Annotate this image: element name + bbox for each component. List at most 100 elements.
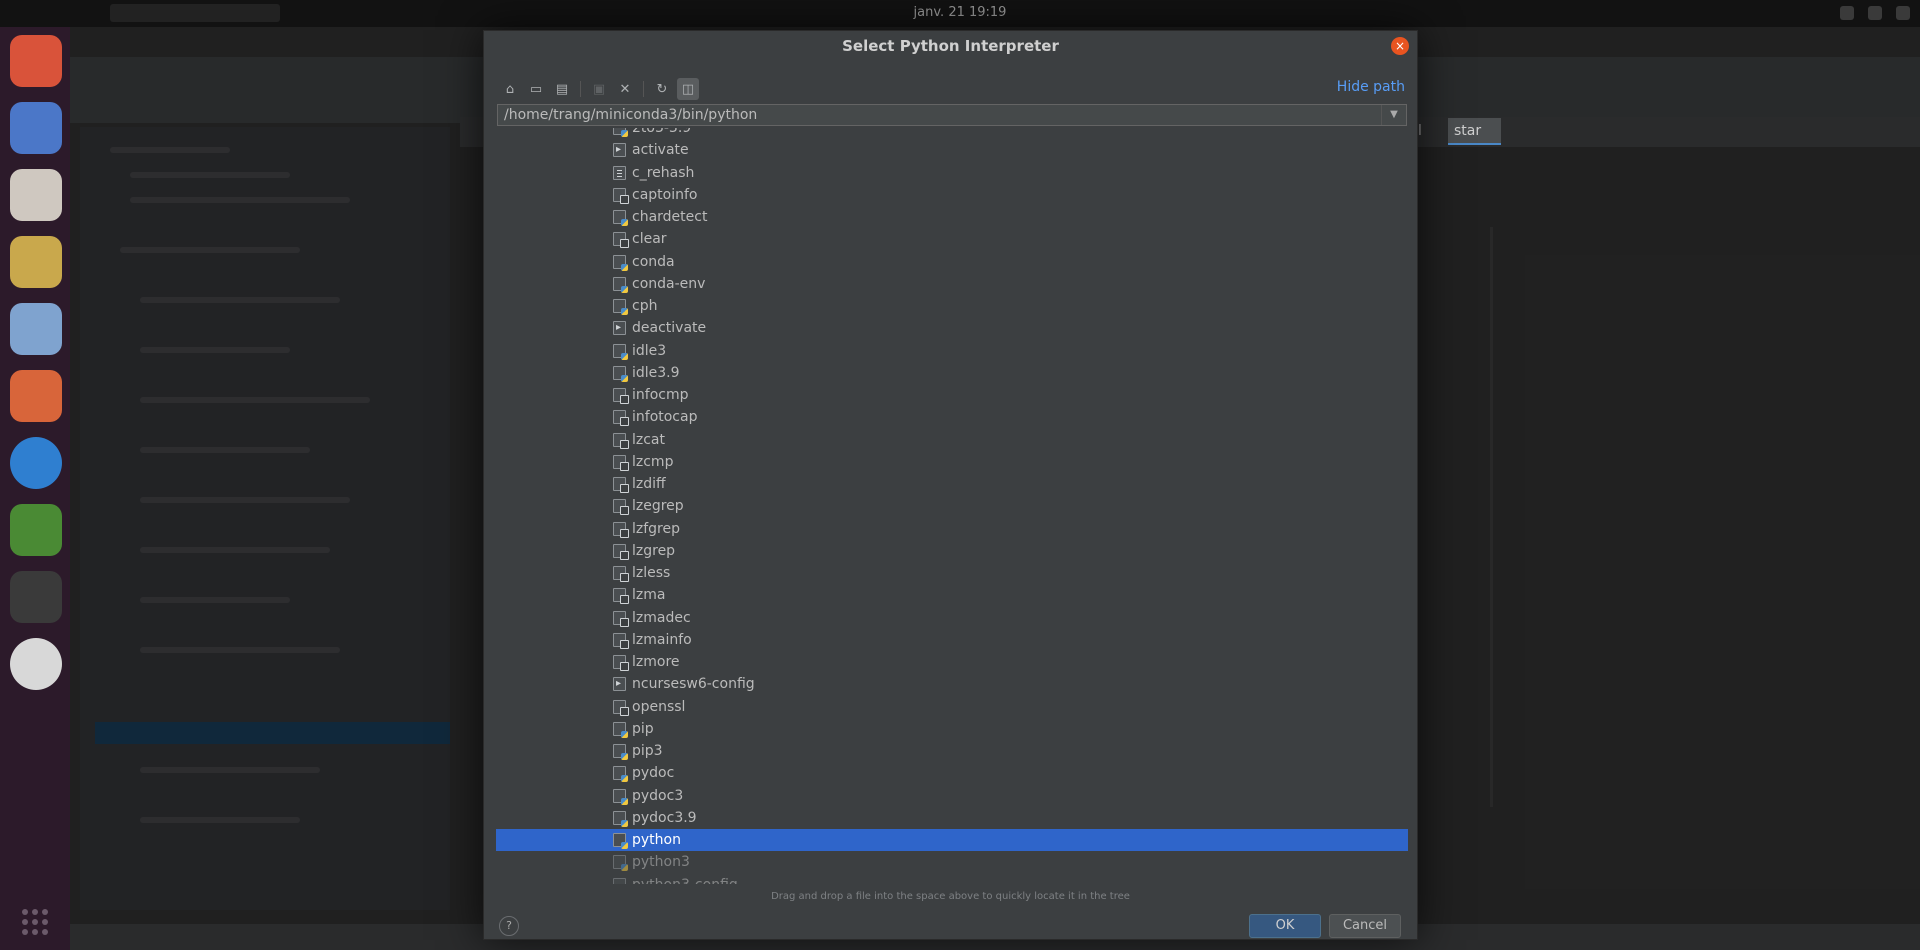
pycharm-icon[interactable] [10, 504, 62, 556]
disc-icon[interactable] [10, 638, 62, 690]
hide-path-link[interactable]: Hide path [1337, 79, 1405, 95]
link-file-icon [613, 632, 629, 649]
file-name: infotocap [632, 409, 698, 426]
delete-icon[interactable]: ✕ [614, 78, 636, 100]
file-row[interactable]: infotocap [496, 406, 1408, 428]
drag-drop-hint: Drag and drop a file into the space abov… [771, 891, 1130, 902]
file-tree[interactable]: python3-config python3 python pydoc3.9 pydoc… [496, 128, 1408, 884]
file-row[interactable]: clear [496, 228, 1408, 250]
link-file-icon [613, 432, 629, 449]
home-icon[interactable]: ⌂ [499, 78, 521, 100]
link-file-icon [613, 566, 629, 582]
file-row[interactable]: lzgrep [496, 540, 1408, 562]
file-row[interactable]: lzmore [496, 651, 1408, 673]
file-row[interactable]: cph [496, 295, 1408, 317]
file-row[interactable]: deactivate [496, 317, 1408, 339]
project-folder-icon[interactable]: ▤ [551, 78, 573, 100]
system-tray[interactable] [1840, 6, 1910, 20]
file-name: lzmadec [632, 609, 691, 626]
file-row[interactable]: c_rehash [496, 162, 1408, 184]
file-name: python [632, 832, 681, 848]
editor-tab-star[interactable]: star [1448, 118, 1501, 145]
files-icon[interactable] [10, 169, 62, 221]
file-row[interactable]: openssl [496, 696, 1408, 718]
python-file-icon [613, 128, 628, 137]
ok-button[interactable]: OK [1249, 914, 1321, 938]
notes-icon[interactable] [10, 236, 62, 288]
file-row[interactable]: lzmadec [496, 607, 1408, 629]
file-row[interactable]: pip [496, 718, 1408, 740]
close-icon[interactable]: × [1391, 37, 1409, 55]
file-name: python3-config [632, 874, 738, 885]
file-row[interactable]: infocmp [496, 384, 1408, 406]
desktop-icon[interactable]: ▭ [525, 78, 547, 100]
file-name: pip [632, 720, 654, 737]
editor-tab-partial[interactable]: l [1418, 118, 1443, 145]
file-row-selected[interactable]: python [496, 829, 1408, 851]
python-file-icon [613, 343, 628, 360]
firefox-icon[interactable] [10, 35, 62, 87]
new-folder-icon[interactable]: ▣ [588, 78, 610, 100]
file-name: conda-env [632, 275, 706, 292]
file-row[interactable]: ncursesw6-config [496, 673, 1408, 695]
link-file-icon [613, 388, 629, 404]
python-file-icon [613, 721, 628, 738]
file-row[interactable]: conda [496, 251, 1408, 273]
file-row[interactable]: chardetect [496, 206, 1408, 228]
file-name: lzgrep [632, 542, 676, 559]
script-file-icon [613, 165, 626, 180]
file-row[interactable]: python3-config [496, 874, 1408, 885]
show-hidden-icon[interactable]: ◫ [677, 78, 699, 100]
link-file-icon [613, 655, 629, 671]
file-row[interactable]: activate [496, 139, 1408, 161]
file-row[interactable]: 2to3-3.9 [496, 128, 1408, 139]
file-row[interactable]: lzdiff [496, 473, 1408, 495]
file-row[interactable]: conda-env [496, 273, 1408, 295]
power-icon[interactable] [1896, 6, 1910, 20]
file-row[interactable]: lzcat [496, 429, 1408, 451]
software-icon[interactable] [10, 370, 62, 422]
terminal-icon[interactable] [10, 571, 62, 623]
executable-icon [613, 673, 626, 695]
cancel-button[interactable]: Cancel [1329, 914, 1401, 938]
application-dock [0, 27, 70, 950]
file-row[interactable]: lzma [496, 584, 1408, 606]
file-name: cph [632, 298, 658, 314]
file-name: c_rehash [632, 164, 695, 181]
file-row[interactable]: lzfgrep [496, 518, 1408, 540]
python-file-icon [613, 877, 626, 884]
help-icon[interactable] [10, 437, 62, 489]
network-icon[interactable] [1840, 6, 1854, 20]
file-row[interactable]: pydoc [496, 762, 1408, 784]
file-name: pydoc [632, 765, 675, 782]
file-row[interactable]: captoinfo [496, 184, 1408, 206]
file-row[interactable]: lzmainfo [496, 629, 1408, 651]
path-input[interactable]: /home/trang/miniconda3/bin/python ▼ [497, 104, 1407, 126]
path-value[interactable]: /home/trang/miniconda3/bin/python [504, 107, 757, 123]
python-file-icon [613, 210, 628, 226]
file-name: clear [632, 231, 667, 248]
dialog-title: Select Python Interpreter [484, 31, 1417, 61]
show-apps-icon[interactable] [20, 907, 50, 937]
python-file-icon [613, 365, 628, 382]
file-row[interactable]: idle3.9 [496, 362, 1408, 384]
python-file-icon [613, 833, 628, 849]
file-row[interactable]: idle3 [496, 340, 1408, 362]
writer-icon[interactable] [10, 303, 62, 355]
path-history-dropdown-icon[interactable]: ▼ [1381, 105, 1406, 125]
file-row[interactable]: lzegrep [496, 495, 1408, 517]
volume-icon[interactable] [1868, 6, 1882, 20]
file-row[interactable]: pydoc3.9 [496, 807, 1408, 829]
file-row[interactable]: pydoc3 [496, 785, 1408, 807]
file-name: lzmore [632, 654, 680, 670]
system-clock[interactable]: janv. 21 19:19 [0, 5, 1920, 20]
help-button[interactable]: ? [499, 916, 519, 936]
thunderbird-icon[interactable] [10, 102, 62, 154]
file-row[interactable]: pip3 [496, 740, 1408, 762]
file-row[interactable]: lzcmp [496, 451, 1408, 473]
file-row[interactable]: lzless [496, 562, 1408, 584]
file-row[interactable]: python3 [496, 851, 1408, 873]
file-name: chardetect [632, 209, 708, 225]
file-name: lzegrep [632, 498, 684, 515]
refresh-icon[interactable]: ↻ [651, 78, 673, 100]
